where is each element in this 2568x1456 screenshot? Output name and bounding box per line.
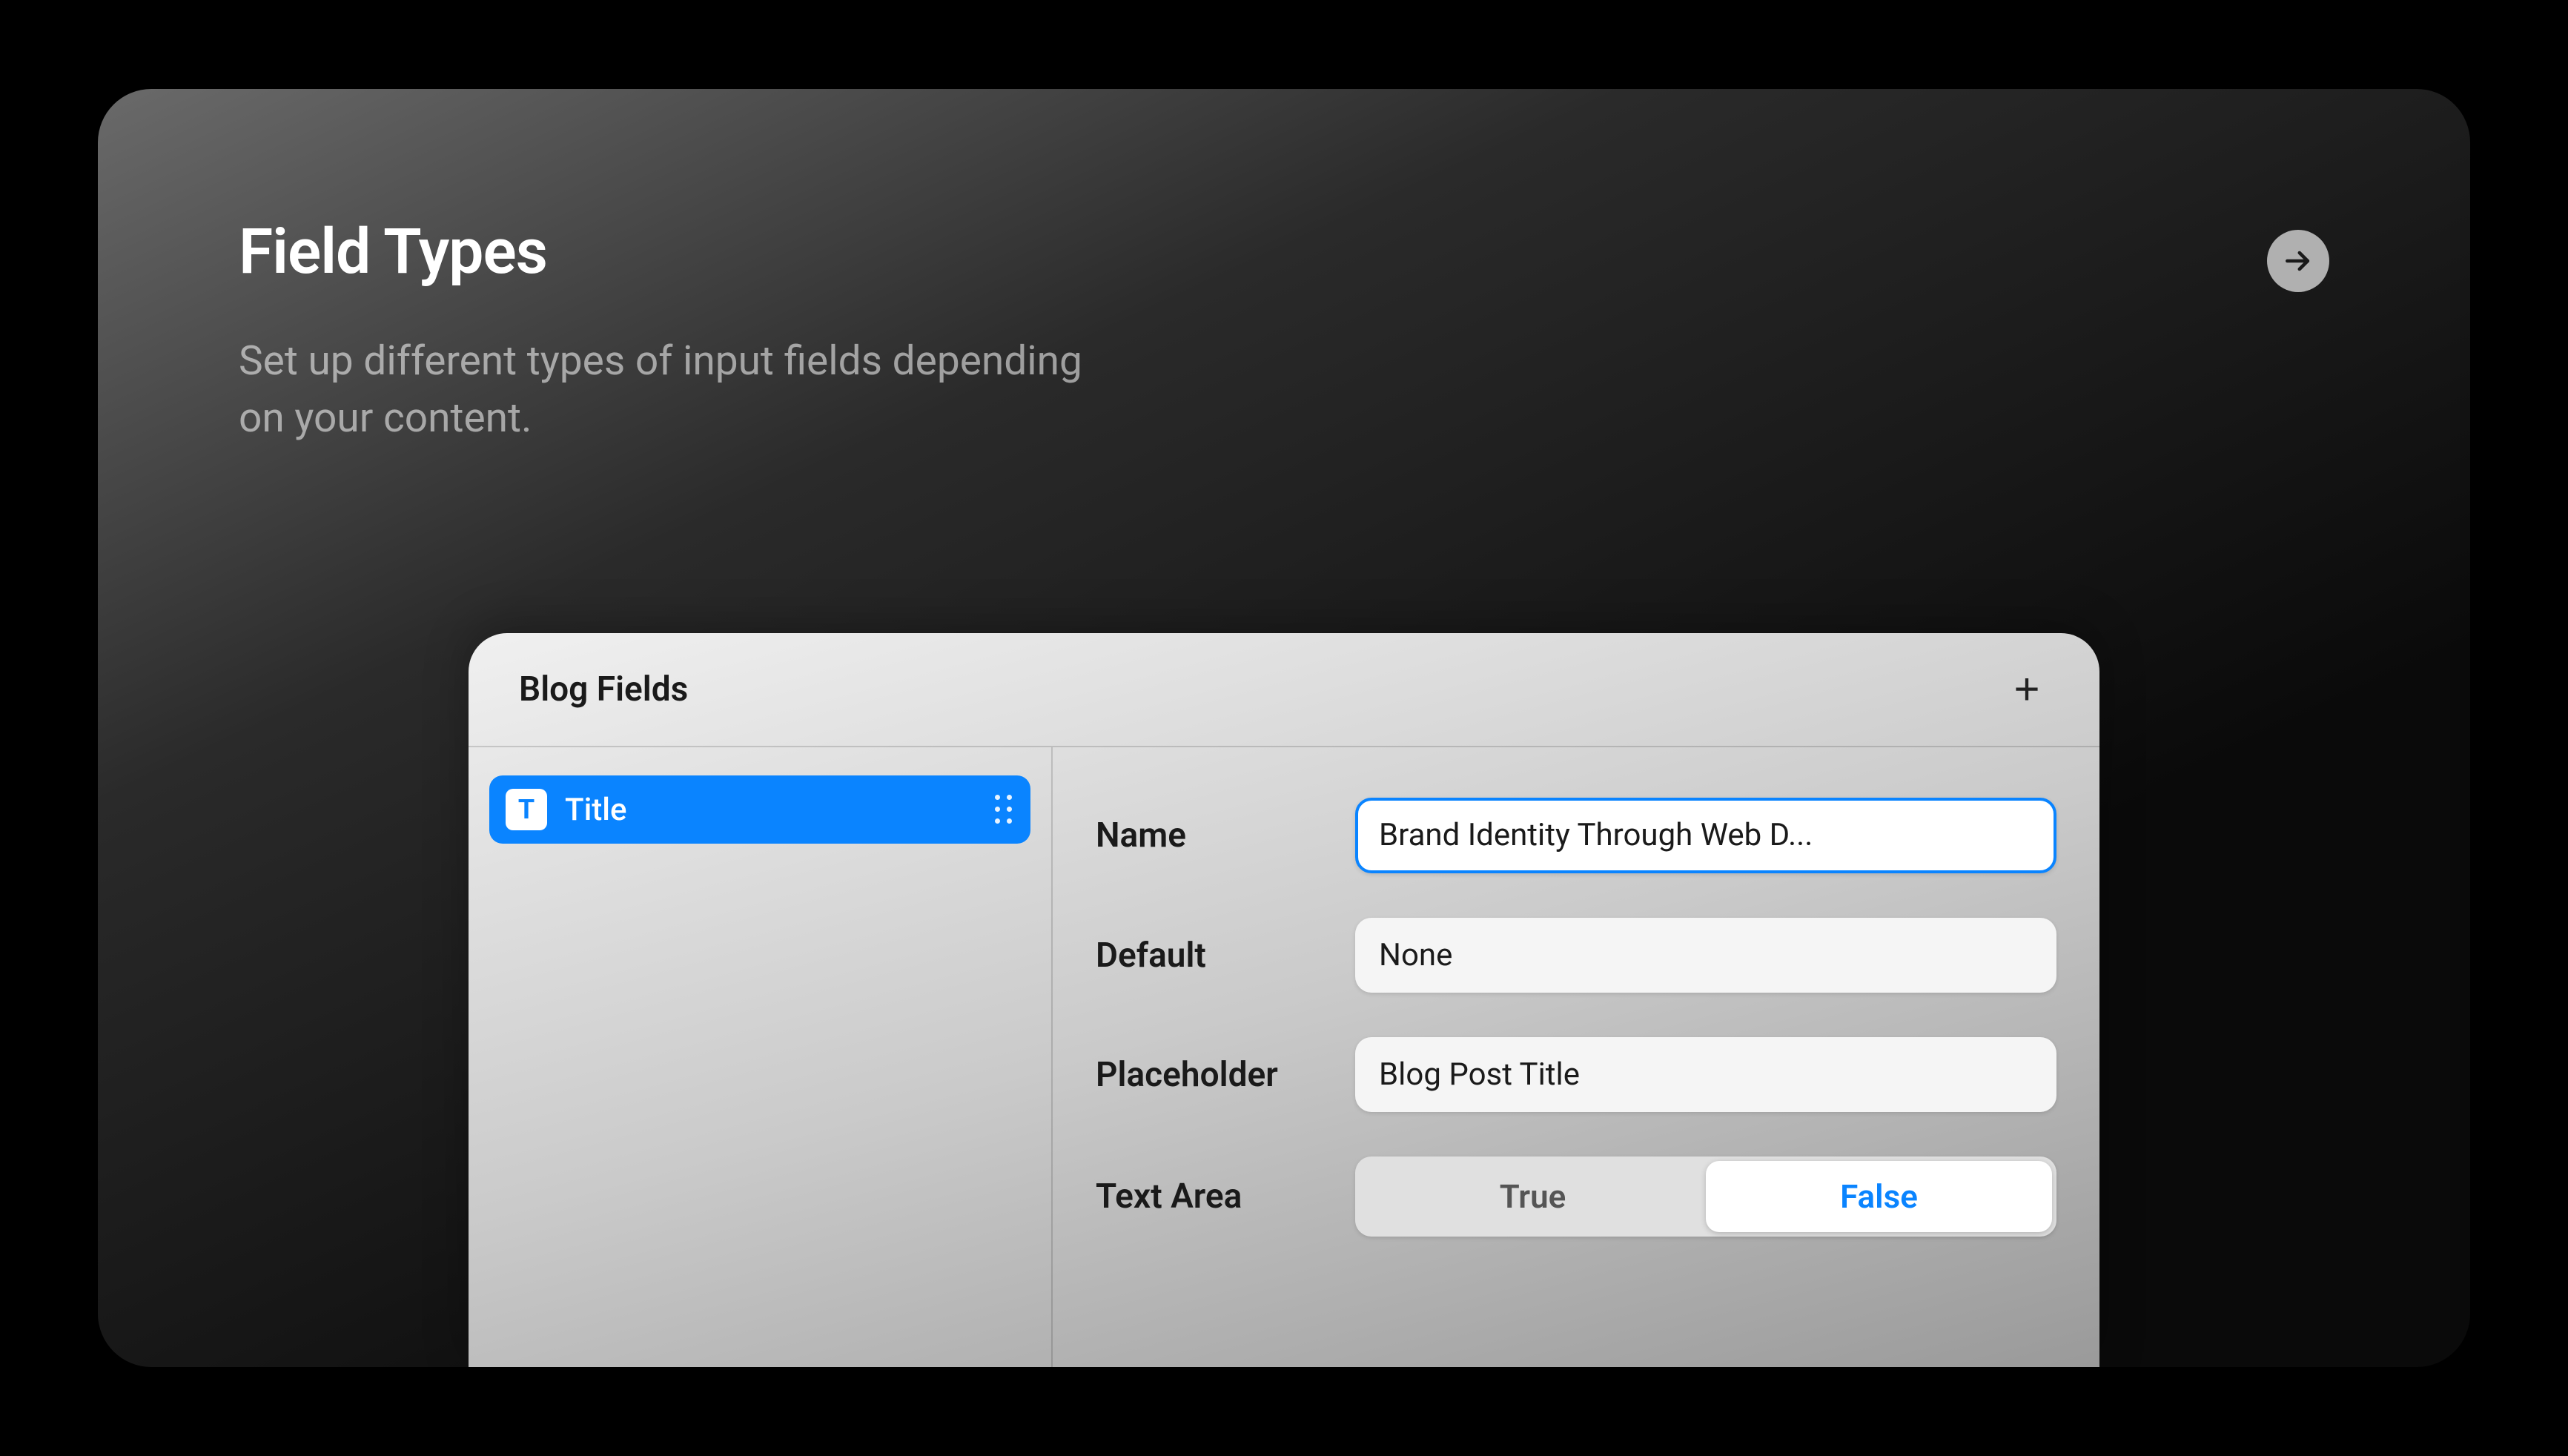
drag-handle-icon[interactable] <box>995 795 1013 824</box>
panel-header: Blog Fields + <box>469 633 2099 747</box>
panel-body: T Title Name Brand Identity Through Web … <box>469 747 2099 1367</box>
row-name: Name Brand Identity Through Web D... <box>1096 798 2056 873</box>
next-button[interactable] <box>2267 230 2329 292</box>
sidebar-item-label: Title <box>565 792 627 828</box>
row-placeholder: Placeholder Blog Post Title <box>1096 1037 2056 1112</box>
label-textarea: Text Area <box>1096 1177 1326 1217</box>
plus-icon: + <box>2013 667 2039 712</box>
fields-sidebar: T Title <box>469 747 1053 1367</box>
panel-title: Blog Fields <box>519 669 688 709</box>
add-field-button[interactable]: + <box>2005 667 2049 712</box>
placeholder-input[interactable]: Blog Post Title <box>1355 1037 2056 1112</box>
textarea-option-false[interactable]: False <box>1706 1161 2052 1232</box>
arrow-right-icon <box>2282 245 2314 277</box>
label-default: Default <box>1096 936 1326 976</box>
row-textarea: Text Area True False <box>1096 1156 2056 1237</box>
sidebar-item-title[interactable]: T Title <box>489 775 1030 844</box>
name-input[interactable]: Brand Identity Through Web D... <box>1355 798 2056 873</box>
label-name: Name <box>1096 815 1326 856</box>
fields-panel: Blog Fields + T Title <box>469 633 2099 1367</box>
textarea-option-true[interactable]: True <box>1360 1161 1706 1232</box>
default-input[interactable]: None <box>1355 918 2056 993</box>
textarea-segmented-control: True False <box>1355 1156 2056 1237</box>
text-field-icon: T <box>506 789 547 830</box>
feature-card: Field Types Set up different types of in… <box>98 89 2470 1367</box>
label-placeholder: Placeholder <box>1096 1055 1326 1095</box>
text-field-icon-letter: T <box>518 794 535 825</box>
row-default: Default None <box>1096 918 2056 993</box>
card-subtitle: Set up different types of input fields d… <box>239 333 1128 447</box>
card-title: Field Types <box>239 215 2329 288</box>
field-detail: Name Brand Identity Through Web D... Def… <box>1053 747 2099 1367</box>
